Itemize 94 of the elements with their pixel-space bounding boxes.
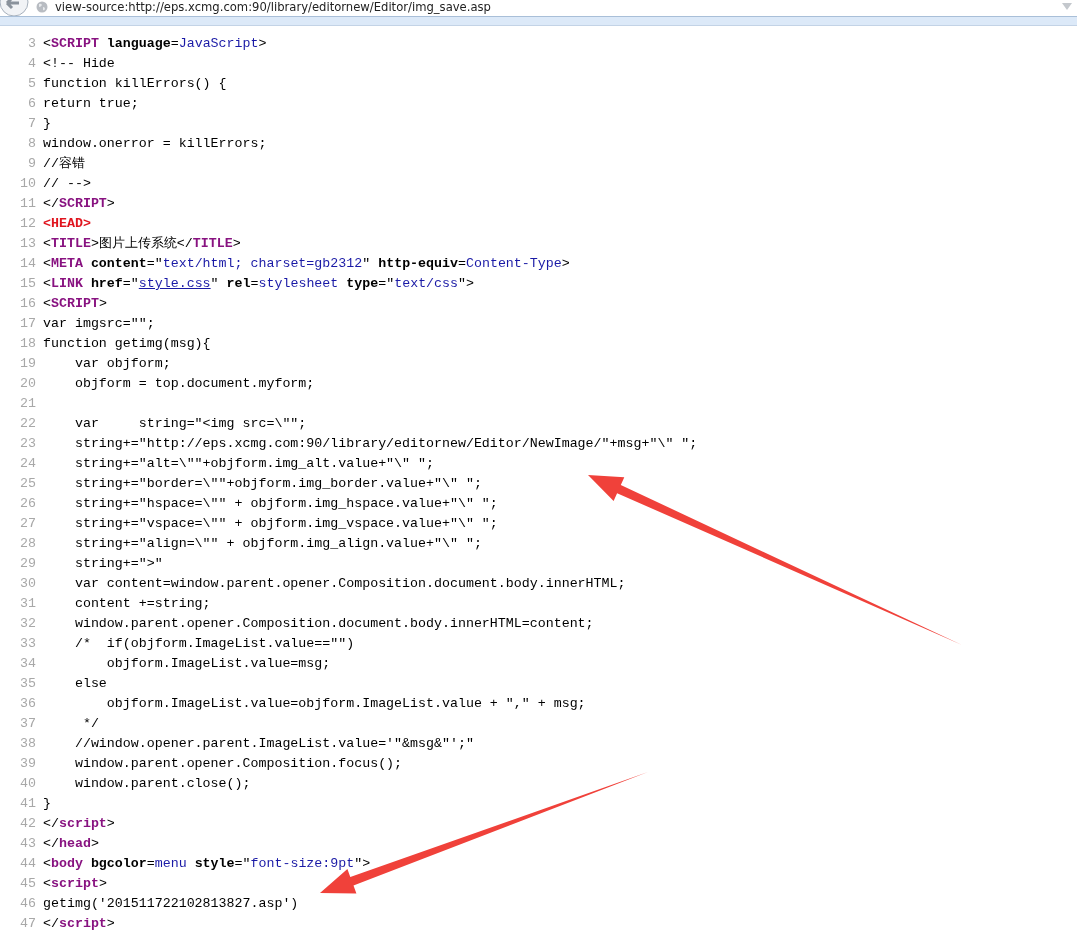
line-number: 12	[19, 215, 37, 233]
code-line: <TITLE>图片上传系统</TITLE>	[43, 235, 241, 253]
code-line: <META content="text/html; charset=gb2312" http-equiv=Content-Type>	[43, 255, 570, 273]
code-line: content +=string;	[73, 595, 211, 613]
code-line: // -->	[43, 175, 91, 193]
line-number: 25	[19, 475, 37, 493]
code-line: string+="alt=\""+objform.img_alt.value+"\" ";	[73, 455, 434, 473]
line-number: 18	[19, 335, 37, 353]
line-number: 20	[19, 375, 37, 393]
code-line: <HEAD>	[43, 215, 91, 233]
code-line: window.onerror = killErrors;	[43, 135, 267, 153]
dropdown-icon[interactable]	[1062, 3, 1072, 10]
back-button[interactable]	[0, 0, 30, 16]
code-line: //window.opener.parent.ImageList.value='"&msg&"';"	[73, 735, 474, 753]
code-line: <SCRIPT>	[43, 295, 107, 313]
code-line: function getimg(msg){	[43, 335, 211, 353]
line-number: 33	[19, 635, 37, 653]
source-link[interactable]: style.css	[138, 276, 211, 291]
code-line: <SCRIPT language=JavaScript>	[43, 35, 267, 53]
line-number: 10	[19, 175, 37, 193]
code-line: <LINK href="style.css" rel=stylesheet type="text/css">	[43, 275, 474, 293]
line-number: 22	[19, 415, 37, 433]
line-number: 30	[19, 575, 37, 593]
line-number: 15	[19, 275, 37, 293]
code-line: }	[43, 115, 51, 133]
line-number: 32	[19, 615, 37, 633]
line-number: 4	[27, 55, 37, 73]
code-line: */	[81, 715, 99, 733]
code-line: </head>	[43, 835, 99, 853]
line-number: 26	[19, 495, 37, 513]
code-line: </script>	[43, 915, 115, 933]
line-number: 3	[27, 35, 37, 53]
line-number: 9	[27, 155, 37, 173]
code-line: window.parent.opener.Composition.focus();	[73, 755, 403, 773]
line-number: 41	[19, 795, 37, 813]
code-line: string+="hspace=\"" + objform.img_hspace.value+"\" ";	[73, 495, 498, 513]
address-field[interactable]: view-source:http://eps.xcmg.com:90/library/editornew/Editor/img_save.asp	[55, 0, 491, 14]
code-line: string+="vspace=\"" + objform.img_vspace.value+"\" ";	[73, 515, 498, 533]
line-number: 13	[19, 235, 37, 253]
line-number: 34	[19, 655, 37, 673]
line-number: 17	[19, 315, 37, 333]
code-line: <body bgcolor=menu style="font-size:9pt">	[43, 855, 371, 873]
code-line: </SCRIPT>	[43, 195, 115, 213]
line-number: 40	[19, 775, 37, 793]
line-number: 46	[19, 895, 37, 913]
code-line: /* if(objform.ImageList.value=="")	[73, 635, 355, 653]
line-number: 14	[19, 255, 37, 273]
line-number: 39	[19, 755, 37, 773]
line-number: 28	[19, 535, 37, 553]
line-number: 8	[27, 135, 37, 153]
code-line: </script>	[43, 815, 115, 833]
code-line: objform = top.document.myform;	[73, 375, 315, 393]
code-line: var objform;	[73, 355, 171, 373]
code-line: <!-- Hide	[43, 55, 115, 73]
code-line: <script>	[43, 875, 107, 893]
code-line: function killErrors() {	[43, 75, 227, 93]
code-line: objform.ImageList.value=objform.ImageList.value + "," + msg;	[105, 695, 586, 713]
line-number: 27	[19, 515, 37, 533]
code-line: }	[43, 795, 51, 813]
code-line: window.parent.opener.Composition.document.body.innerHTML=content;	[73, 615, 594, 633]
line-number: 45	[19, 875, 37, 893]
line-number: 38	[19, 735, 37, 753]
line-number: 43	[19, 835, 37, 853]
line-number: 42	[19, 815, 37, 833]
line-number: 47	[19, 915, 37, 933]
code-line: string+="align=\"" + objform.img_align.value+"\" ";	[73, 535, 482, 553]
line-number: 44	[19, 855, 37, 873]
code-line: else	[73, 675, 107, 693]
line-number: 5	[27, 75, 37, 93]
code-line: window.parent.close();	[73, 775, 251, 793]
code-line: var imgsrc="";	[43, 315, 155, 333]
code-line: getimg('201511722102813827.asp')	[43, 895, 299, 913]
line-number: 36	[19, 695, 37, 713]
line-number: 23	[19, 435, 37, 453]
line-number: 31	[19, 595, 37, 613]
line-number: 24	[19, 455, 37, 473]
line-number: 16	[19, 295, 37, 313]
code-line: string+="border=\""+objform.img_border.value+"\" ";	[73, 475, 482, 493]
line-number: 19	[19, 355, 37, 373]
line-number: 11	[19, 195, 37, 213]
code-line: string+="http://eps.xcmg.com:90/library/editornew/Editor/NewImage/"+msg+"\" ";	[73, 435, 698, 453]
line-number: 37	[19, 715, 37, 733]
line-number: 6	[27, 95, 37, 113]
code-line: objform.ImageList.value=msg;	[105, 655, 331, 673]
code-line: string+=">"	[73, 555, 163, 573]
line-number: 35	[19, 675, 37, 693]
line-number: 29	[19, 555, 37, 573]
line-number: 7	[27, 115, 37, 133]
code-line: //容错	[43, 155, 85, 173]
globe-icon	[36, 1, 48, 13]
code-line: var content=window.parent.opener.Composition.document.body.innerHTML;	[73, 575, 626, 593]
code-line: return true;	[43, 95, 139, 113]
code-line: var string="<img src=\"";	[73, 415, 307, 433]
line-number: 21	[19, 395, 37, 413]
